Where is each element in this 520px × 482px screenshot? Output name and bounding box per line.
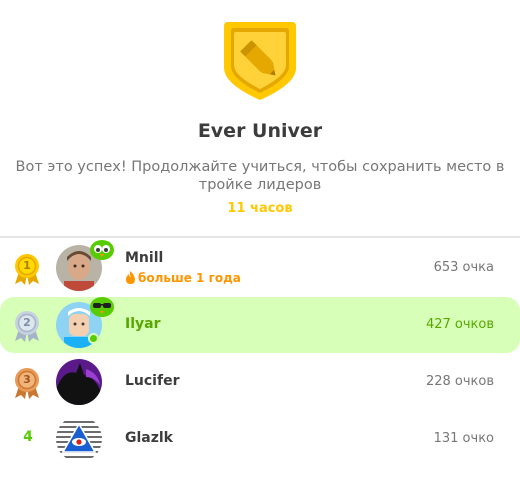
rank-number: 1 [23,259,31,272]
league-title: Ever Univer [197,120,323,142]
xp-value: 427 очков [425,317,494,332]
rank-number: 3 [23,373,31,386]
user-name[interactable]: Lucifer [125,373,179,389]
leaderboard-row[interactable]: 1 Mnill больше 1 года 653 очка [0,240,520,296]
xp-value: 228 очков [425,374,494,389]
streak-info: больше 1 года [125,271,241,285]
flame-icon [126,271,135,284]
xp-value: 131 очко [433,431,494,446]
bronze-medal-icon: 3 [13,366,41,400]
avatar[interactable] [56,416,102,462]
rank-number: 4 [23,429,33,445]
gold-medal-icon: 1 [13,252,41,286]
rank-number: 2 [23,316,31,329]
user-name[interactable]: Ilyar [125,316,161,332]
promotion-message: Вот это успех! Продолжайте учиться, чтоб… [15,159,505,193]
silver-medal-icon: 2 [13,309,41,343]
duo-owl-sunglasses-icon [89,294,115,318]
league-badge-icon [222,18,298,102]
time-remaining: 11 часов [227,201,293,216]
avatar[interactable] [56,359,102,405]
user-name[interactable]: Mnill [125,250,163,266]
leaderboard-row-current-user[interactable]: 2 Ilyar 427 очков [0,297,520,353]
duo-owl-icon [89,237,115,261]
leaderboard-row[interactable]: 3 Lucifer 228 очков [0,354,520,410]
leaderboard-row[interactable]: 4 Glazlk 131 очко [0,411,520,467]
online-status-icon [88,333,99,344]
divider [0,236,520,238]
streak-label: больше 1 года [138,271,241,285]
user-name[interactable]: Glazlk [125,430,173,446]
xp-value: 653 очка [433,260,494,275]
